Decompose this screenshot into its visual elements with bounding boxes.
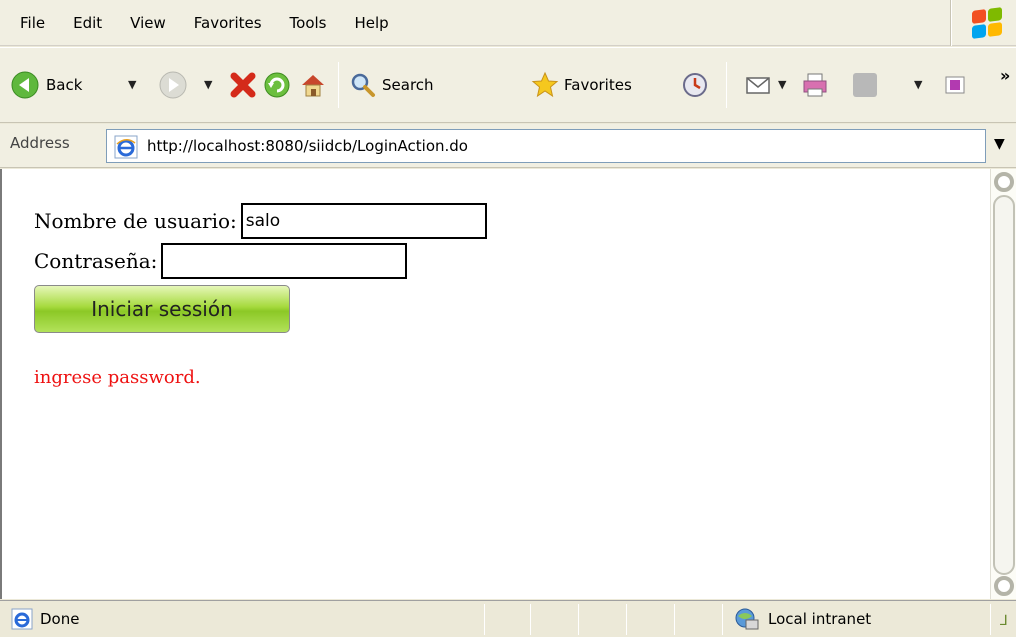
favorites-star-icon — [531, 71, 559, 98]
submit-row: Iniciar sessión — [34, 281, 487, 333]
messenger-button[interactable] — [940, 62, 970, 108]
favorites-label: Favorites — [564, 76, 632, 94]
edit-icon — [853, 73, 877, 97]
messenger-icon — [945, 76, 965, 94]
menu-items: File Edit View Favorites Tools Help — [0, 0, 403, 46]
menu-file[interactable]: File — [0, 8, 59, 38]
password-label: Contraseña: — [34, 249, 158, 273]
home-button[interactable] — [298, 62, 328, 108]
search-label: Search — [382, 76, 434, 94]
windows-logo-icon — [968, 6, 1008, 40]
resize-grip[interactable]: ⅃ — [1000, 613, 1008, 629]
error-message: ingrese password. — [34, 367, 201, 388]
forward-dropdown[interactable]: ▼ — [204, 78, 212, 91]
status-pane-divider — [578, 604, 579, 635]
history-icon — [683, 73, 707, 97]
address-label: Address — [10, 134, 70, 152]
ie-page-icon — [114, 135, 138, 159]
scroll-up-button[interactable] — [994, 172, 1014, 192]
mail-button[interactable] — [744, 62, 774, 108]
login-form: Nombre de usuario: Contraseña: Iniciar s… — [34, 201, 487, 333]
local-intranet-icon — [735, 608, 759, 630]
security-zone-text: Local intranet — [768, 610, 872, 628]
menu-bar: File Edit View Favorites Tools Help — [0, 0, 1016, 46]
menu-tools[interactable]: Tools — [276, 8, 341, 38]
print-button[interactable] — [800, 62, 830, 108]
back-label: Back — [46, 76, 83, 94]
menu-favorites[interactable]: Favorites — [180, 8, 276, 38]
home-icon — [302, 75, 324, 97]
address-bar: Address http://localhost:8080/siidcb/Log… — [0, 124, 1016, 168]
print-icon — [803, 73, 827, 97]
status-bar: Done Local intranet ⅃ — [0, 600, 1016, 637]
vertical-scrollbar[interactable] — [990, 169, 1016, 599]
history-button[interactable] — [680, 62, 710, 108]
back-arrow-icon — [11, 71, 39, 99]
status-pane-divider — [674, 604, 675, 635]
favorites-button[interactable]: Favorites — [530, 62, 632, 108]
menu-divider — [950, 0, 952, 46]
stop-icon — [230, 72, 256, 98]
scroll-down-button[interactable] — [994, 576, 1014, 596]
status-pane-divider — [990, 604, 991, 635]
back-dropdown[interactable]: ▼ — [128, 78, 136, 91]
ie-page-icon — [11, 608, 33, 630]
status-pane-divider — [484, 604, 485, 635]
mail-icon — [746, 77, 770, 94]
username-label: Nombre de usuario: — [34, 209, 237, 233]
address-input[interactable]: http://localhost:8080/siidcb/LoginAction… — [106, 129, 986, 163]
forward-button[interactable] — [158, 62, 188, 108]
login-button[interactable]: Iniciar sessión — [34, 285, 290, 333]
status-text: Done — [40, 610, 80, 628]
back-button[interactable]: Back — [10, 62, 82, 108]
edit-button[interactable] — [850, 62, 880, 108]
toolbar: Back ▼ ▼ Search Favorites ▼ ▼ » — [0, 47, 1016, 123]
address-dropdown[interactable]: ▼ — [994, 136, 1005, 152]
username-input[interactable] — [240, 203, 487, 239]
edit-dropdown[interactable]: ▼ — [914, 78, 922, 91]
username-row: Nombre de usuario: — [34, 201, 487, 241]
page-content: Nombre de usuario: Contraseña: Iniciar s… — [0, 169, 990, 599]
status-pane-divider — [722, 604, 723, 635]
search-icon — [351, 73, 375, 97]
refresh-icon — [264, 72, 290, 98]
password-row: Contraseña: — [34, 241, 487, 281]
status-pane-divider — [626, 604, 627, 635]
toolbar-separator-2 — [726, 62, 727, 108]
status-pane-divider — [530, 604, 531, 635]
mail-dropdown[interactable]: ▼ — [778, 78, 786, 91]
search-button[interactable]: Search — [348, 62, 434, 108]
password-input[interactable] — [161, 243, 408, 279]
scroll-thumb[interactable] — [993, 195, 1015, 575]
toolbar-separator-1 — [338, 62, 339, 108]
menu-edit[interactable]: Edit — [59, 8, 116, 38]
toolbar-overflow-chevron[interactable]: » — [1000, 66, 1010, 85]
menu-help[interactable]: Help — [341, 8, 403, 38]
forward-arrow-icon — [159, 71, 187, 99]
menu-view[interactable]: View — [116, 8, 180, 38]
address-url: http://localhost:8080/siidcb/LoginAction… — [147, 137, 468, 155]
stop-button[interactable] — [228, 62, 258, 108]
refresh-button[interactable] — [262, 62, 292, 108]
